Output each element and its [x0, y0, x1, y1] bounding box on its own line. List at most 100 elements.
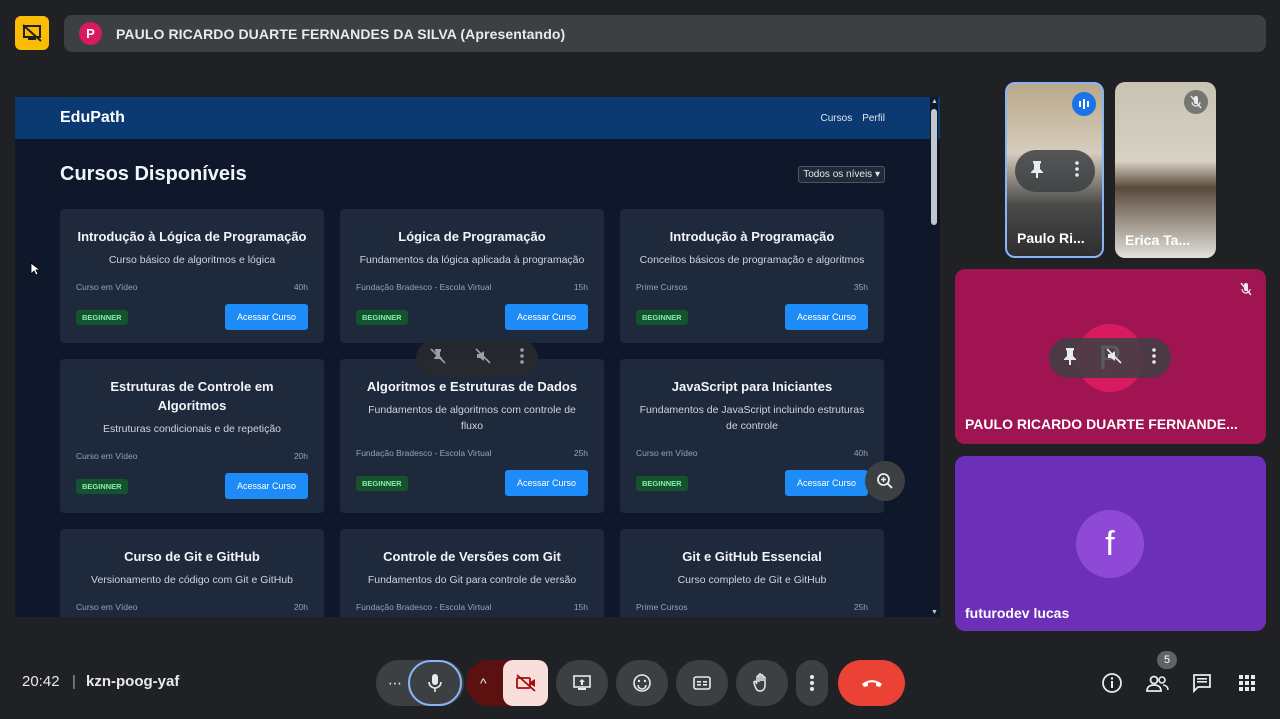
- course-title: Lógica de Programação: [398, 229, 546, 244]
- course-source: Fundação Bradesco - Escola Virtual: [356, 282, 492, 292]
- reactions-button[interactable]: [616, 660, 668, 706]
- more-options-icon[interactable]: [519, 347, 525, 369]
- more-options-icon[interactable]: [1151, 347, 1157, 369]
- course-desc: Fundamentos do Git para controle de vers…: [367, 574, 577, 586]
- level-badge: BEGINNER: [76, 478, 128, 494]
- site-header: EduPath Cursos Perfil: [15, 97, 940, 139]
- end-call-icon: [861, 680, 882, 687]
- info-icon: [1102, 673, 1122, 693]
- course-desc: Estruturas condicionais e de repetição: [102, 423, 282, 435]
- nav-cursos-link[interactable]: Cursos: [821, 113, 853, 124]
- course-title: Introdução à Programação: [669, 229, 835, 244]
- participant-tile-paulo-ricardo[interactable]: P PAULO RICARDO DUARTE FERNANDE...: [955, 269, 1266, 444]
- presentation-hover-controls: [416, 340, 538, 376]
- level-badge: BEGINNER: [636, 475, 688, 491]
- access-course-button[interactable]: Acessar Curso: [224, 304, 308, 330]
- pin-icon[interactable]: [1063, 347, 1077, 370]
- course-card: JavaScript para Iniciantes Fundamentos d…: [620, 359, 884, 513]
- page-title: Cursos Disponíveis: [60, 162, 247, 185]
- chat-icon: [1193, 674, 1211, 694]
- access-course-button[interactable]: Acessar Curso: [504, 470, 588, 496]
- course-hours: 15h: [573, 282, 588, 292]
- camera-off-button[interactable]: [503, 660, 548, 706]
- pin-icon[interactable]: [1030, 160, 1044, 183]
- course-card: Controle de Versões com Git Fundamentos …: [340, 529, 604, 617]
- course-title: Controle de Versões com Git: [383, 549, 561, 564]
- meeting-code[interactable]: kzn-poog-yaf: [86, 673, 179, 690]
- course-card: Introdução à Programação Conceitos básic…: [620, 209, 884, 343]
- mute-audio-icon[interactable]: [474, 347, 492, 370]
- participant-tile-lucas[interactable]: f futurodev lucas: [955, 456, 1266, 631]
- access-course-button[interactable]: Acessar Curso: [784, 304, 868, 330]
- participant-name: Paulo Ri...: [1017, 230, 1085, 246]
- course-title: Git e GitHub Essencial: [682, 549, 822, 564]
- course-card: Algoritmos e Estruturas de Dados Fundame…: [340, 359, 604, 513]
- participant-name: PAULO RICARDO DUARTE FERNANDE...: [965, 416, 1238, 432]
- course-source: Prime Cursos: [636, 602, 688, 612]
- chat-button[interactable]: [1187, 668, 1217, 698]
- course-desc: Fundamentos de algoritmos com controle d…: [368, 404, 576, 432]
- level-filter-value: Todos os níveis: [803, 168, 873, 180]
- meeting-info-button[interactable]: [1097, 668, 1127, 698]
- leave-call-button[interactable]: [838, 660, 905, 706]
- raise-hand-icon: [753, 673, 766, 692]
- presenter-avatar: P: [79, 22, 102, 45]
- raise-hand-button[interactable]: [736, 660, 788, 706]
- course-title: Algoritmos e Estruturas de Dados: [366, 379, 578, 394]
- access-course-button[interactable]: Acessar Curso: [504, 304, 588, 330]
- course-hours: 20h: [293, 602, 308, 612]
- scroll-up-icon[interactable]: ▲: [931, 98, 938, 105]
- course-source: Curso em Vídeo: [76, 451, 138, 461]
- access-course-button[interactable]: Acessar Curso: [784, 470, 868, 496]
- course-hours: 40h: [293, 282, 308, 292]
- course-desc: Curso básico de algoritmos e lógica: [108, 254, 276, 266]
- level-badge: BEGINNER: [356, 309, 408, 325]
- participant-tile-erica[interactable]: Erica Ta...: [1115, 82, 1216, 258]
- captions-button[interactable]: [676, 660, 728, 706]
- captions-icon: [693, 676, 711, 690]
- course-card: Git e GitHub Essencial Curso completo de…: [620, 529, 884, 617]
- meet-window: P PAULO RICARDO DUARTE FERNANDES DA SILV…: [0, 0, 1280, 719]
- zoom-icon: [877, 473, 893, 489]
- camera-off-icon: [515, 674, 536, 692]
- course-title: Introdução à Lógica de Programação: [77, 229, 307, 244]
- video-options-chevron-icon[interactable]: ^: [480, 675, 487, 691]
- access-course-button[interactable]: Acessar Curso: [224, 473, 308, 499]
- presenter-label: PAULO RICARDO DUARTE FERNANDES DA SILVA …: [116, 25, 566, 42]
- audio-options-button[interactable]: ⋯: [388, 675, 402, 692]
- course-card: Introdução à Lógica de Programação Curso…: [60, 209, 324, 343]
- people-button[interactable]: [1142, 668, 1172, 698]
- zoom-in-button[interactable]: [865, 461, 905, 501]
- scroll-thumb[interactable]: [931, 109, 937, 225]
- course-card: Lógica de Programação Fundamentos da lóg…: [340, 209, 604, 343]
- more-options-icon[interactable]: [1074, 160, 1080, 182]
- course-grid: Introdução à Lógica de Programação Curso…: [60, 209, 885, 617]
- level-filter-select[interactable]: Todos os níveis ▾: [798, 165, 885, 183]
- tile-controls: [1049, 338, 1171, 378]
- participant-tile-paulo[interactable]: Paulo Ri...: [1005, 82, 1104, 258]
- activities-button[interactable]: [1232, 668, 1262, 698]
- course-source: Prime Cursos: [636, 282, 688, 292]
- level-badge: BEGINNER: [356, 475, 408, 491]
- level-badge: BEGINNER: [76, 309, 128, 325]
- pin-off-icon[interactable]: [429, 347, 447, 370]
- course-desc: Fundamentos de JavaScript incluindo estr…: [639, 404, 865, 432]
- scroll-down-icon[interactable]: ▼: [931, 609, 938, 616]
- microphone-icon: [428, 674, 442, 692]
- separator: |: [72, 673, 76, 690]
- course-hours: 40h: [853, 448, 868, 458]
- site-logo: EduPath: [60, 109, 125, 126]
- stop-presenting-icon[interactable]: [15, 16, 49, 50]
- mute-audio-icon[interactable]: [1105, 347, 1123, 370]
- nav-perfil-link[interactable]: Perfil: [862, 113, 885, 124]
- present-screen-button[interactable]: [556, 660, 608, 706]
- more-options-button[interactable]: [796, 660, 828, 706]
- course-desc: Curso completo de Git e GitHub: [677, 574, 827, 586]
- microphone-button[interactable]: [408, 660, 462, 706]
- course-hours: 35h: [853, 282, 868, 292]
- course-desc: Versionamento de código com Git e GitHub: [91, 574, 293, 586]
- course-source: Fundação Bradesco - Escola Virtual: [356, 448, 492, 458]
- course-card: Curso de Git e GitHub Versionamento de c…: [60, 529, 324, 617]
- scrollbar[interactable]: ▲ ▼: [930, 97, 938, 617]
- mic-muted-icon: [1184, 90, 1208, 114]
